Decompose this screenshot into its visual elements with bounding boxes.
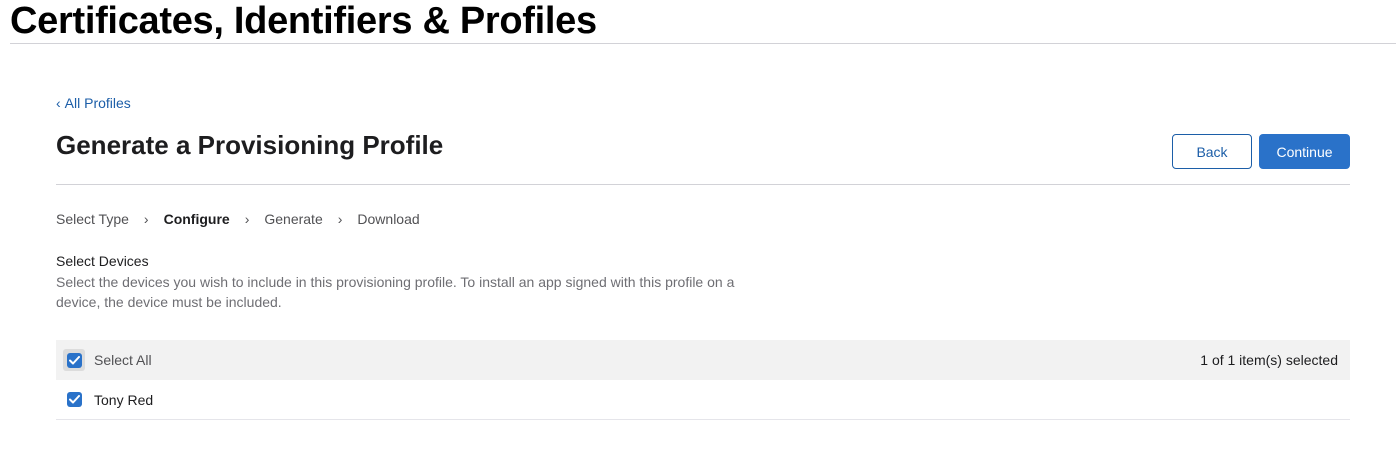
step-configure: Configure	[163, 211, 230, 227]
select-all-checkbox-wrap	[63, 349, 85, 371]
step-generate: Generate	[264, 211, 323, 227]
select-all-label: Select All	[94, 352, 152, 368]
step-download: Download	[357, 211, 420, 227]
select-all-group: Select All	[63, 349, 152, 371]
chevron-left-icon: ‹	[56, 95, 61, 111]
chevron-right-icon: ›	[143, 211, 149, 227]
selection-count: 1 of 1 item(s) selected	[1200, 352, 1338, 368]
step-breadcrumb: Select Type › Configure › Generate › Dow…	[56, 210, 420, 228]
devices-table: Select All 1 of 1 item(s) selected Tony …	[56, 340, 1350, 420]
all-profiles-link-label: All Profiles	[64, 95, 131, 111]
checkmark-icon	[69, 395, 80, 404]
chevron-right-icon: ›	[337, 211, 343, 227]
chevron-right-icon: ›	[244, 211, 250, 227]
select-all-checkbox[interactable]	[66, 352, 82, 368]
checkmark-icon	[68, 355, 80, 364]
top-divider	[10, 43, 1396, 44]
device-checkbox[interactable]	[67, 392, 82, 407]
section-description: Select the devices you wish to include i…	[56, 274, 735, 310]
table-header-row: Select All 1 of 1 item(s) selected	[56, 340, 1350, 380]
table-row[interactable]: Tony Red	[56, 380, 1350, 420]
step-select-type: Select Type	[56, 211, 129, 227]
continue-button[interactable]: Continue	[1259, 134, 1350, 169]
page-title: Generate a Provisioning Profile	[56, 130, 444, 160]
all-profiles-link[interactable]: ‹ All Profiles	[56, 95, 131, 111]
section-title: Select Devices	[56, 253, 149, 269]
heading-divider	[56, 184, 1350, 185]
site-title: Certificates, Identifiers & Profiles	[10, 0, 597, 42]
back-button[interactable]: Back	[1172, 134, 1252, 169]
device-name: Tony Red	[94, 391, 154, 408]
page: Certificates, Identifiers & Profiles ‹ A…	[0, 0, 1400, 459]
